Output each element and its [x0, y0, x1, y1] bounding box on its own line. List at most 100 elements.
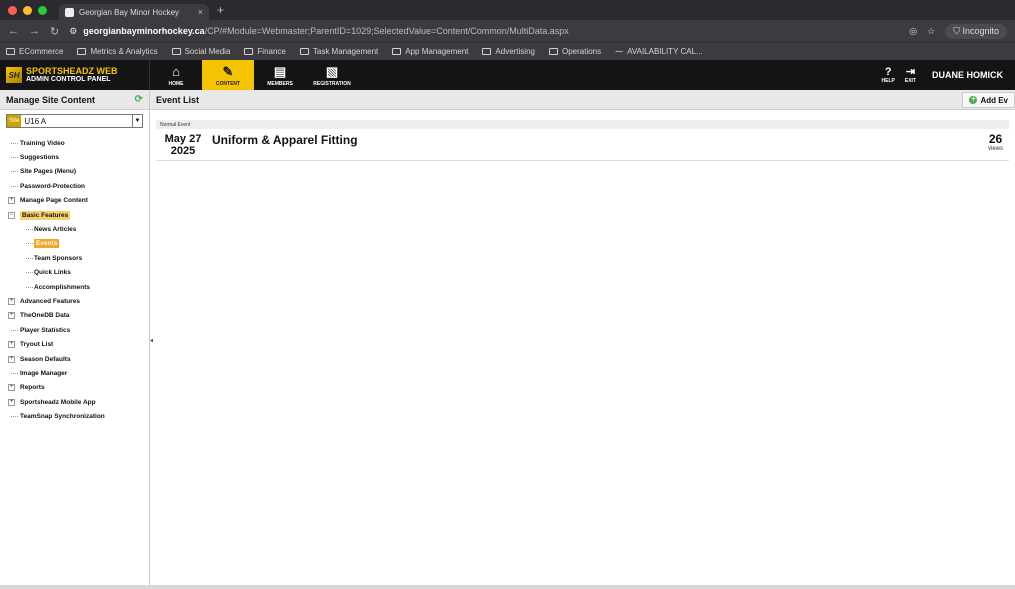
- new-tab-button[interactable]: +: [217, 3, 224, 17]
- bookmark-item[interactable]: App Management: [392, 47, 468, 56]
- sidebar-item-reports[interactable]: + Reports: [0, 381, 149, 395]
- event-title[interactable]: Uniform & Apparel Fitting: [212, 133, 358, 147]
- tree-branch: [11, 171, 18, 173]
- sidebar-item-basic-features[interactable]: − Basic Features: [0, 208, 149, 222]
- exit-button[interactable]: ⇥ EXIT: [905, 66, 916, 84]
- forward-arrow-icon[interactable]: →: [29, 25, 40, 37]
- incognito-badge[interactable]: ⛉ Incognito: [945, 23, 1007, 39]
- tab-close-icon[interactable]: ×: [198, 7, 203, 17]
- site-settings-icon[interactable]: ⚙: [69, 26, 77, 37]
- event-views: 26 views: [988, 133, 1003, 153]
- sidebar-item-training-video[interactable]: Training Video: [0, 136, 149, 150]
- sidebar-item-label: Suggestions: [20, 154, 60, 162]
- bookmark-label: ECommerce: [19, 47, 64, 56]
- tab-title: Georgian Bay Minor Hockey: [79, 7, 180, 17]
- expand-icon[interactable]: +: [8, 297, 15, 305]
- bookmark-item[interactable]: Task Management: [299, 47, 378, 56]
- refresh-icon[interactable]: ⟳: [135, 94, 143, 105]
- sidebar-item-player-statistics[interactable]: Player Statistics: [0, 323, 149, 337]
- add-event-button[interactable]: + Add Ev: [962, 92, 1015, 108]
- sidebar-item-suggestions[interactable]: Suggestions: [0, 150, 149, 164]
- folder-icon: [6, 48, 15, 55]
- folder-icon: [77, 48, 87, 55]
- expand-icon[interactable]: +: [8, 197, 15, 205]
- expand-icon[interactable]: +: [8, 355, 15, 363]
- sidebar-item-news-articles[interactable]: News Articles: [0, 222, 149, 236]
- folder-icon: [299, 48, 309, 55]
- reload-icon[interactable]: ↻: [50, 25, 59, 38]
- tree-branch: [11, 157, 18, 159]
- bookmark-label: Social Media: [184, 47, 231, 56]
- sidebar-item-tryout-list[interactable]: + Tryout List: [0, 337, 149, 351]
- bookmark-item[interactable]: Operations: [548, 47, 601, 56]
- maximize-window-button[interactable]: [38, 5, 47, 15]
- sidebar-item-teamsnap-synchronization[interactable]: TeamSnap Synchronization: [0, 409, 149, 423]
- sidebar-item-site-pages-menu[interactable]: Site Pages (Menu): [0, 165, 149, 179]
- sidebar-item-label: TheOneDB Data: [20, 312, 70, 320]
- sidebar-item-accomplishments[interactable]: Accomplishments: [0, 280, 149, 294]
- nav-registration[interactable]: ▧ REGISTRATION: [306, 60, 358, 90]
- sidebar-item-team-sponsors[interactable]: Team Sponsors: [0, 251, 149, 265]
- sidebar-item-quick-links[interactable]: Quick Links: [0, 266, 149, 280]
- sidebar-item-manage-page-content[interactable]: + Manage Page Content: [0, 194, 149, 208]
- folder-icon: [392, 48, 402, 55]
- event-row[interactable]: May 27 2025 Uniform & Apparel Fitting 26…: [156, 129, 1009, 161]
- content-panel: Event List + Add Ev Normal Event May 27 …: [150, 90, 1015, 585]
- site-select[interactable]: Site U16 A ▼: [6, 114, 143, 128]
- event-date-day: May 27: [164, 133, 202, 145]
- sidebar-item-season-defaults[interactable]: + Season Defaults: [0, 352, 149, 366]
- user-name[interactable]: DUANE HOMICK: [932, 70, 1003, 80]
- url-path: /CP/#Module=Webmaster;ParentID=1029;Sele…: [204, 26, 569, 36]
- expand-icon[interactable]: +: [8, 398, 15, 406]
- sidebar-item-sportsheadz-mobile-app[interactable]: + Sportsheadz Mobile App: [0, 395, 149, 409]
- nav-home-label: HOME: [168, 81, 184, 87]
- minimize-window-button[interactable]: [23, 5, 32, 15]
- eye-slash-icon[interactable]: ◎: [909, 26, 917, 37]
- window-controls: [8, 5, 47, 15]
- expand-icon[interactable]: −: [8, 211, 15, 219]
- bookmark-label: AVAILABILITY CAL...: [627, 47, 703, 56]
- address-bar: ← → ↻ ⚙ georgianbayminorhockey.ca/CP/#Mo…: [0, 20, 1015, 42]
- content-tree: Training Video Suggestions Site Pages (Men…: [0, 136, 149, 424]
- sidebar-item-label: Accomplishments: [34, 283, 90, 291]
- bookmark-item[interactable]: ECommerce: [6, 47, 63, 56]
- help-button[interactable]: ? HELP: [882, 66, 895, 84]
- event-date-year: 2025: [170, 145, 196, 157]
- tree-branch: [11, 372, 18, 374]
- add-event-label: Add Ev: [980, 95, 1008, 105]
- bookmark-item[interactable]: Social Media: [171, 47, 231, 56]
- bookmark-item[interactable]: Metrics & Analytics: [77, 47, 158, 56]
- exit-icon: ⇥: [905, 66, 916, 78]
- sidebar-item-image-manager[interactable]: Image Manager: [0, 366, 149, 380]
- chevron-down-icon[interactable]: ▼: [132, 115, 142, 127]
- nav-members-label: MEMBERS: [267, 81, 293, 87]
- bookmark-item[interactable]: ⁓ AVAILABILITY CAL...: [615, 47, 703, 56]
- tree-branch: [26, 257, 33, 259]
- brand-logo[interactable]: SH SPORTSHEADZ WEB ADMIN CONTROL PANEL: [0, 60, 150, 90]
- nav-content[interactable]: ✎ CONTENT: [202, 60, 254, 90]
- bookmark-item[interactable]: Finance: [244, 47, 286, 56]
- event-type-header: Normal Event: [156, 120, 1009, 129]
- sidebar-item-password-protection[interactable]: Password-Protection: [0, 179, 149, 193]
- sidebar-item-advanced-features[interactable]: + Advanced Features: [0, 294, 149, 308]
- sidebar-item-label: TeamSnap Synchronization: [20, 413, 105, 421]
- main-area: Manage Site Content ⟳ Site U16 A ▼ Train…: [0, 90, 1015, 585]
- star-icon[interactable]: ☆: [927, 26, 935, 37]
- expand-icon[interactable]: +: [8, 312, 15, 320]
- browser-tab[interactable]: Georgian Bay Minor Hockey ×: [59, 4, 209, 20]
- expand-icon[interactable]: +: [8, 341, 15, 349]
- sidebar-header: Manage Site Content ⟳: [0, 90, 149, 110]
- site-select-label: Site: [7, 115, 22, 127]
- sidebar-item-theonedb-data[interactable]: + TheOneDB Data: [0, 309, 149, 323]
- nav-members[interactable]: ▤ MEMBERS: [254, 60, 306, 90]
- close-window-button[interactable]: [8, 5, 17, 15]
- nav-home[interactable]: ⌂ HOME: [150, 60, 202, 90]
- sidebar-title: Manage Site Content: [6, 94, 96, 105]
- url-field[interactable]: ⚙ georgianbayminorhockey.ca/CP/#Module=W…: [69, 23, 899, 39]
- bookmark-item[interactable]: Advertising: [482, 47, 535, 56]
- help-label: HELP: [881, 78, 895, 84]
- back-arrow-icon[interactable]: ←: [8, 25, 19, 37]
- incognito-label: Incognito: [962, 25, 999, 36]
- expand-icon[interactable]: +: [8, 384, 15, 392]
- sidebar-item-events[interactable]: Events: [0, 237, 149, 251]
